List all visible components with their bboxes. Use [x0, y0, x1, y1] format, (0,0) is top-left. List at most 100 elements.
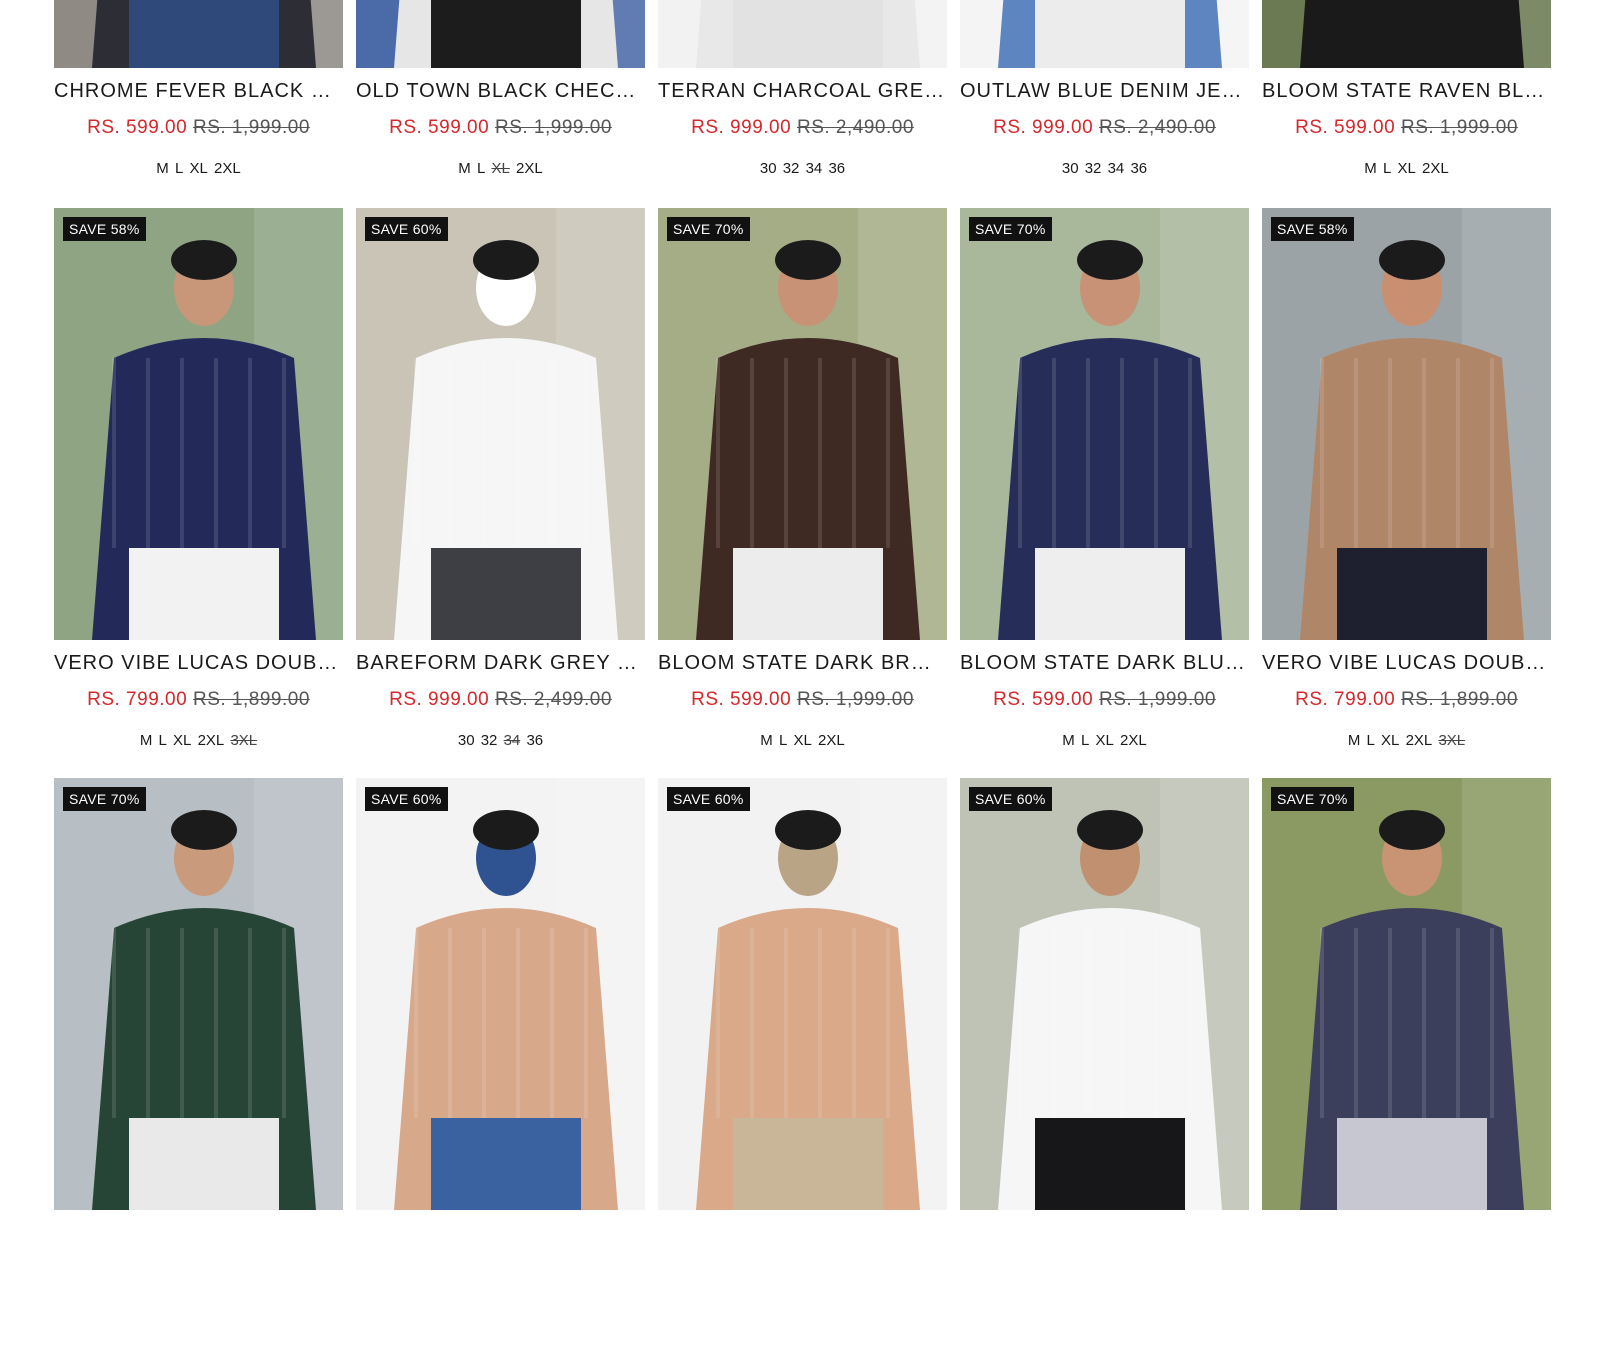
product-image[interactable]	[54, 0, 343, 68]
product-image[interactable]: SAVE 70%	[54, 778, 343, 1210]
size-option[interactable]: M	[156, 160, 169, 177]
size-option[interactable]: L	[1383, 160, 1391, 177]
size-option[interactable]: XL	[491, 160, 509, 177]
size-option[interactable]: 2XL	[1422, 160, 1449, 177]
product-card[interactable]: CHROME FEVER BLACK C… RS. 599.00 RS. 1,99…	[54, 0, 343, 208]
size-option[interactable]: 34	[1108, 160, 1125, 177]
product-card[interactable]: BLOOM STATE RAVEN BLA… RS. 599.00 RS. 1,9…	[1262, 0, 1551, 208]
size-option[interactable]: XL	[189, 160, 207, 177]
size-options: M L XL 2XL	[960, 732, 1249, 750]
product-title[interactable]: VERO VIBE LUCAS DOUBL…	[54, 650, 343, 676]
size-option[interactable]: 3XL	[230, 732, 257, 749]
product-title[interactable]: VERO VIBE LUCAS DOUBL…	[1262, 650, 1551, 676]
product-title[interactable]: OLD TOWN BLACK CHECK…	[356, 78, 645, 104]
product-title[interactable]: BLOOM STATE DARK BLUE…	[960, 650, 1249, 676]
product-card[interactable]: TERRAN CHARCOAL GRE… RS. 999.00 RS. 2,490…	[658, 0, 947, 208]
size-option[interactable]: 32	[783, 160, 800, 177]
price-row: RS. 599.00 RS. 1,999.00	[1262, 116, 1551, 140]
size-option[interactable]: XL	[173, 732, 191, 749]
product-image[interactable]: SAVE 60%	[960, 778, 1249, 1210]
size-options: M L XL 2XL	[658, 732, 947, 750]
price-row: RS. 599.00 RS. 1,999.00	[658, 688, 947, 712]
sale-price: RS. 999.00	[691, 117, 792, 138]
size-option[interactable]: XL	[1095, 732, 1113, 749]
size-option[interactable]: 32	[1085, 160, 1102, 177]
size-option[interactable]: M	[140, 732, 153, 749]
size-option[interactable]: L	[1367, 732, 1375, 749]
size-option[interactable]: 2XL	[214, 160, 241, 177]
size-option[interactable]: 2XL	[516, 160, 543, 177]
product-card[interactable]: SAVE 70%	[54, 778, 343, 1348]
product-card[interactable]: SAVE 60%	[658, 778, 947, 1348]
product-card[interactable]: SAVE 70% BLOOM STATE DARK BRO… RS. 599.00 …	[658, 208, 947, 778]
sale-price: RS. 599.00	[691, 689, 792, 710]
product-photo	[1262, 778, 1551, 1210]
size-option[interactable]: L	[1081, 732, 1089, 749]
size-options: M L XL 2XL	[54, 160, 343, 178]
product-card[interactable]: SAVE 60%	[356, 778, 645, 1348]
product-card[interactable]: SAVE 60% BAREFORM DARK GREY C… RS. 999.00 …	[356, 208, 645, 778]
product-card[interactable]: SAVE 70% BLOOM STATE DARK BLUE… RS. 599.00…	[960, 208, 1249, 778]
product-image[interactable]: SAVE 60%	[356, 208, 645, 640]
product-photo	[960, 208, 1249, 640]
size-option[interactable]: L	[477, 160, 485, 177]
product-card[interactable]: OLD TOWN BLACK CHECK… RS. 599.00 RS. 1,99…	[356, 0, 645, 208]
product-title[interactable]: CHROME FEVER BLACK C…	[54, 78, 343, 104]
product-card[interactable]: OUTLAW BLUE DENIM JEA… RS. 999.00 RS. 2,4…	[960, 0, 1249, 208]
save-badge: SAVE 70%	[63, 787, 146, 811]
save-badge: SAVE 70%	[969, 217, 1052, 241]
product-image[interactable]	[960, 0, 1249, 68]
product-title[interactable]: TERRAN CHARCOAL GRE…	[658, 78, 947, 104]
product-image[interactable]: SAVE 60%	[658, 778, 947, 1210]
size-option[interactable]: 30	[760, 160, 777, 177]
size-option[interactable]: 3XL	[1438, 732, 1465, 749]
size-option[interactable]: 34	[806, 160, 823, 177]
size-option[interactable]: L	[779, 732, 787, 749]
product-image[interactable]: SAVE 70%	[1262, 778, 1551, 1210]
size-option[interactable]: 32	[481, 732, 498, 749]
size-option[interactable]: 30	[458, 732, 475, 749]
product-image[interactable]: SAVE 58%	[1262, 208, 1551, 640]
size-option[interactable]: 2XL	[818, 732, 845, 749]
size-option[interactable]: 36	[1130, 160, 1147, 177]
product-title[interactable]: BLOOM STATE RAVEN BLA…	[1262, 78, 1551, 104]
sale-price: RS. 599.00	[1295, 117, 1396, 138]
size-option[interactable]: 2XL	[1406, 732, 1433, 749]
product-card[interactable]: SAVE 70%	[1262, 778, 1551, 1348]
product-title[interactable]: BAREFORM DARK GREY C…	[356, 650, 645, 676]
size-option[interactable]: 34	[504, 732, 521, 749]
size-option[interactable]: L	[175, 160, 183, 177]
size-option[interactable]: XL	[1381, 732, 1399, 749]
size-option[interactable]: M	[458, 160, 471, 177]
product-title[interactable]: OUTLAW BLUE DENIM JEA…	[960, 78, 1249, 104]
product-photo	[658, 0, 947, 68]
product-image[interactable]: SAVE 60%	[356, 778, 645, 1210]
size-option[interactable]: L	[159, 732, 167, 749]
size-option[interactable]: M	[1364, 160, 1377, 177]
product-image[interactable]: SAVE 58%	[54, 208, 343, 640]
sale-price: RS. 599.00	[87, 117, 188, 138]
product-image[interactable]	[658, 0, 947, 68]
product-title[interactable]: BLOOM STATE DARK BRO…	[658, 650, 947, 676]
product-image[interactable]	[1262, 0, 1551, 68]
size-options: M L XL 2XL 3XL	[54, 732, 343, 750]
product-image[interactable]	[356, 0, 645, 68]
size-option[interactable]: 2XL	[1120, 732, 1147, 749]
product-card[interactable]: SAVE 58% VERO VIBE LUCAS DOUBL… RS. 799.00…	[1262, 208, 1551, 778]
product-image[interactable]: SAVE 70%	[960, 208, 1249, 640]
product-card[interactable]: SAVE 58% VERO VIBE LUCAS DOUBL… RS. 799.00…	[54, 208, 343, 778]
size-option[interactable]: XL	[793, 732, 811, 749]
save-badge: SAVE 60%	[365, 217, 448, 241]
size-option[interactable]: 30	[1062, 160, 1079, 177]
product-card[interactable]: SAVE 60%	[960, 778, 1249, 1348]
size-option[interactable]: 2XL	[198, 732, 225, 749]
product-photo	[1262, 208, 1551, 640]
size-option[interactable]: 36	[526, 732, 543, 749]
size-option[interactable]: M	[1348, 732, 1361, 749]
size-option[interactable]: M	[760, 732, 773, 749]
product-image[interactable]: SAVE 70%	[658, 208, 947, 640]
size-option[interactable]: 36	[828, 160, 845, 177]
compare-price: RS. 1,999.00	[494, 117, 612, 138]
size-option[interactable]: XL	[1397, 160, 1415, 177]
size-option[interactable]: M	[1062, 732, 1075, 749]
